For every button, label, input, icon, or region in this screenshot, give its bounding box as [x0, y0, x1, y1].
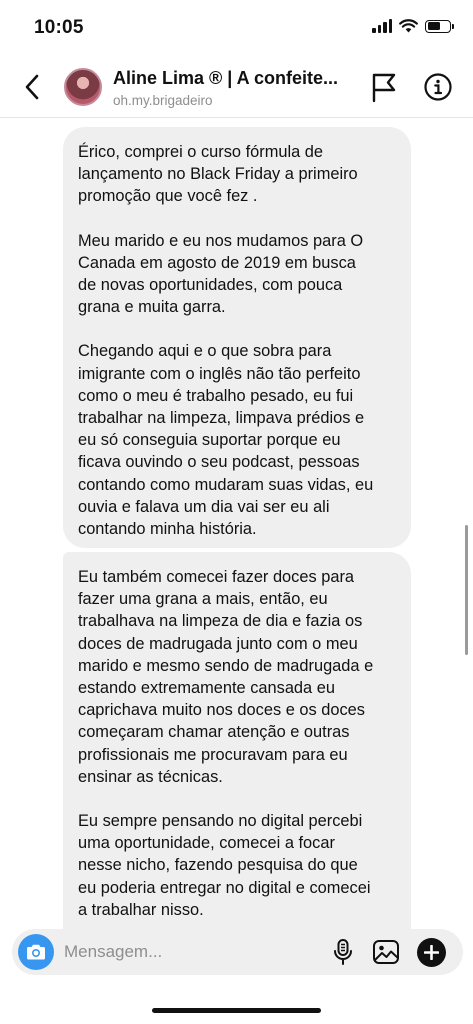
status-bar: 10:05	[0, 0, 473, 56]
scrollbar[interactable]	[465, 525, 468, 655]
contact-name[interactable]: Aline Lima ® | A confeite...	[113, 68, 361, 89]
gallery-button[interactable]	[372, 938, 400, 966]
camera-button[interactable]	[18, 934, 54, 970]
camera-icon	[27, 944, 45, 960]
home-indicator[interactable]	[152, 1008, 321, 1013]
report-button[interactable]	[370, 71, 398, 103]
microphone-icon	[334, 939, 352, 965]
message-bubble[interactable]: Érico, comprei o curso fórmula de lançam…	[63, 127, 411, 548]
message-paragraph: Meu marido e eu nos mudamos para O Canad…	[78, 231, 364, 317]
info-button[interactable]	[423, 72, 453, 102]
back-button[interactable]	[16, 70, 48, 104]
contact-username: oh.my.brigadeiro	[113, 93, 213, 108]
message-paragraph: Érico, comprei o curso fórmula de lançam…	[78, 143, 358, 206]
message-paragraph: Eu sempre pensando no digital percebi um…	[78, 812, 371, 919]
back-chevron-icon	[25, 74, 39, 100]
avatar[interactable]	[64, 68, 102, 106]
battery-icon	[425, 19, 454, 33]
voice-message-button[interactable]	[330, 938, 356, 966]
message-paragraph: Eu também comecei fazer doces para fazer…	[78, 568, 374, 786]
status-time: 10:05	[34, 17, 84, 38]
message-thread[interactable]: Érico, comprei o curso fórmula de lançam…	[0, 119, 473, 929]
more-options-button[interactable]	[417, 938, 446, 967]
status-icons	[372, 19, 454, 33]
cellular-signal-icon	[372, 19, 392, 33]
message-input[interactable]	[64, 937, 314, 967]
wifi-icon	[399, 19, 418, 33]
message-bubble[interactable]: Eu também comecei fazer doces para fazer…	[63, 552, 411, 929]
chat-header: Aline Lima ® | A confeite... oh.my.briga…	[0, 56, 473, 118]
message-paragraph: Chegando aqui e o que sobra para imigran…	[78, 342, 374, 539]
flag-icon	[372, 73, 396, 103]
plus-icon	[424, 945, 439, 960]
gallery-icon	[373, 940, 399, 964]
info-icon	[424, 73, 452, 101]
message-composer	[12, 929, 463, 975]
